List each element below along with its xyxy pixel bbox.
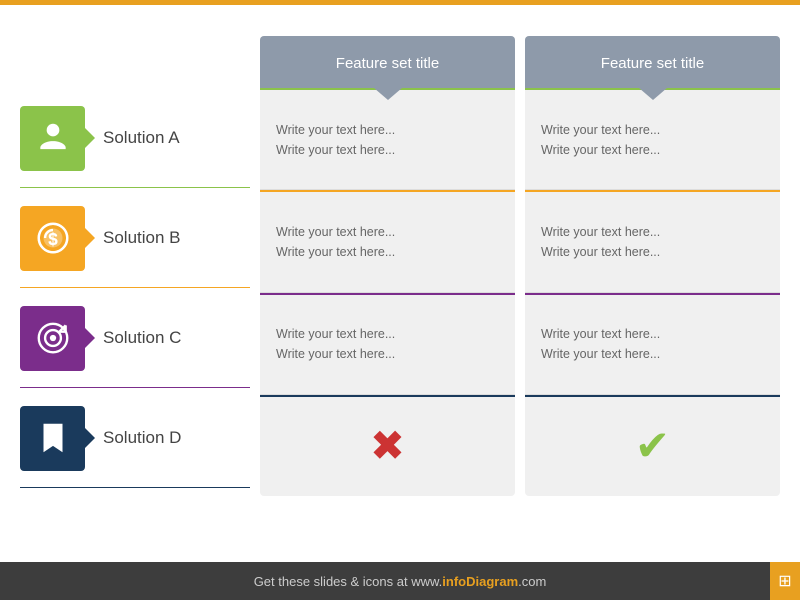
cell-text-line: Write your text here... bbox=[276, 242, 395, 262]
solution-icon-a bbox=[20, 106, 85, 171]
feature-header-col1: Feature set title bbox=[260, 36, 515, 88]
cell-text-line: Write your text here... bbox=[276, 324, 395, 344]
feature-cell-col2-1: Write your text here...Write your text h… bbox=[525, 190, 780, 292]
solution-row-d: Solution D bbox=[20, 388, 250, 488]
svg-text:$: $ bbox=[48, 229, 58, 249]
footer-brand: infoDiagram bbox=[442, 574, 518, 589]
solution-row-a: Solution A bbox=[20, 88, 250, 188]
feature-cell-col2-0: Write your text here...Write your text h… bbox=[525, 88, 780, 190]
footer-square: ⊞ bbox=[770, 562, 800, 600]
solution-row-c: Solution C bbox=[20, 288, 250, 388]
cross-mark-icon: ✖ bbox=[370, 425, 405, 467]
feature-cell-col1-1: Write your text here...Write your text h… bbox=[260, 190, 515, 292]
solution-icon-b: $$ bbox=[20, 206, 85, 271]
feature-cols: Feature set titleWrite your text here...… bbox=[260, 36, 780, 496]
solution-row-b: $$ Solution B bbox=[20, 188, 250, 288]
footer-text: Get these slides & icons at www.infoDiag… bbox=[254, 574, 547, 589]
feature-cell-col1-2: Write your text here...Write your text h… bbox=[260, 293, 515, 395]
solution-icon-c bbox=[20, 306, 85, 371]
cell-text-line: Write your text here... bbox=[541, 324, 660, 344]
check-mark-icon: ✔ bbox=[635, 425, 670, 467]
page-title bbox=[0, 5, 800, 31]
feature-col-col1: Feature set titleWrite your text here...… bbox=[260, 36, 515, 496]
feature-header-col2: Feature set title bbox=[525, 36, 780, 88]
solution-label-b: Solution B bbox=[103, 228, 181, 248]
cell-text-line: Write your text here... bbox=[541, 120, 660, 140]
cell-text-line: Write your text here... bbox=[276, 222, 395, 242]
labels-col: Solution A $$ Solution B Solution C Solution… bbox=[20, 36, 250, 496]
cell-text-line: Write your text here... bbox=[276, 120, 395, 140]
main-content: Solution A $$ Solution B Solution C Solution… bbox=[0, 36, 800, 496]
solution-icon-d bbox=[20, 406, 85, 471]
feature-cells-col2: Write your text here...Write your text h… bbox=[525, 88, 780, 496]
solution-label-d: Solution D bbox=[103, 428, 181, 448]
feature-col-col2: Feature set titleWrite your text here...… bbox=[525, 36, 780, 496]
cell-text-line: Write your text here... bbox=[541, 140, 660, 160]
solution-label-c: Solution C bbox=[103, 328, 181, 348]
feature-cell-col2-3: ✔ bbox=[525, 395, 780, 496]
footer: Get these slides & icons at www.infoDiag… bbox=[0, 562, 800, 600]
cell-text-line: Write your text here... bbox=[276, 344, 395, 364]
feature-cell-col1-3: ✖ bbox=[260, 395, 515, 496]
cell-text-line: Write your text here... bbox=[276, 140, 395, 160]
feature-cell-col2-2: Write your text here...Write your text h… bbox=[525, 293, 780, 395]
footer-icon: ⊞ bbox=[778, 571, 791, 591]
solution-label-a: Solution A bbox=[103, 128, 180, 148]
cell-text-line: Write your text here... bbox=[541, 344, 660, 364]
cell-text-line: Write your text here... bbox=[541, 242, 660, 262]
feature-cells-col1: Write your text here...Write your text h… bbox=[260, 88, 515, 496]
cell-text-line: Write your text here... bbox=[541, 222, 660, 242]
solution-line-d bbox=[20, 487, 250, 488]
feature-cell-col1-0: Write your text here...Write your text h… bbox=[260, 88, 515, 190]
